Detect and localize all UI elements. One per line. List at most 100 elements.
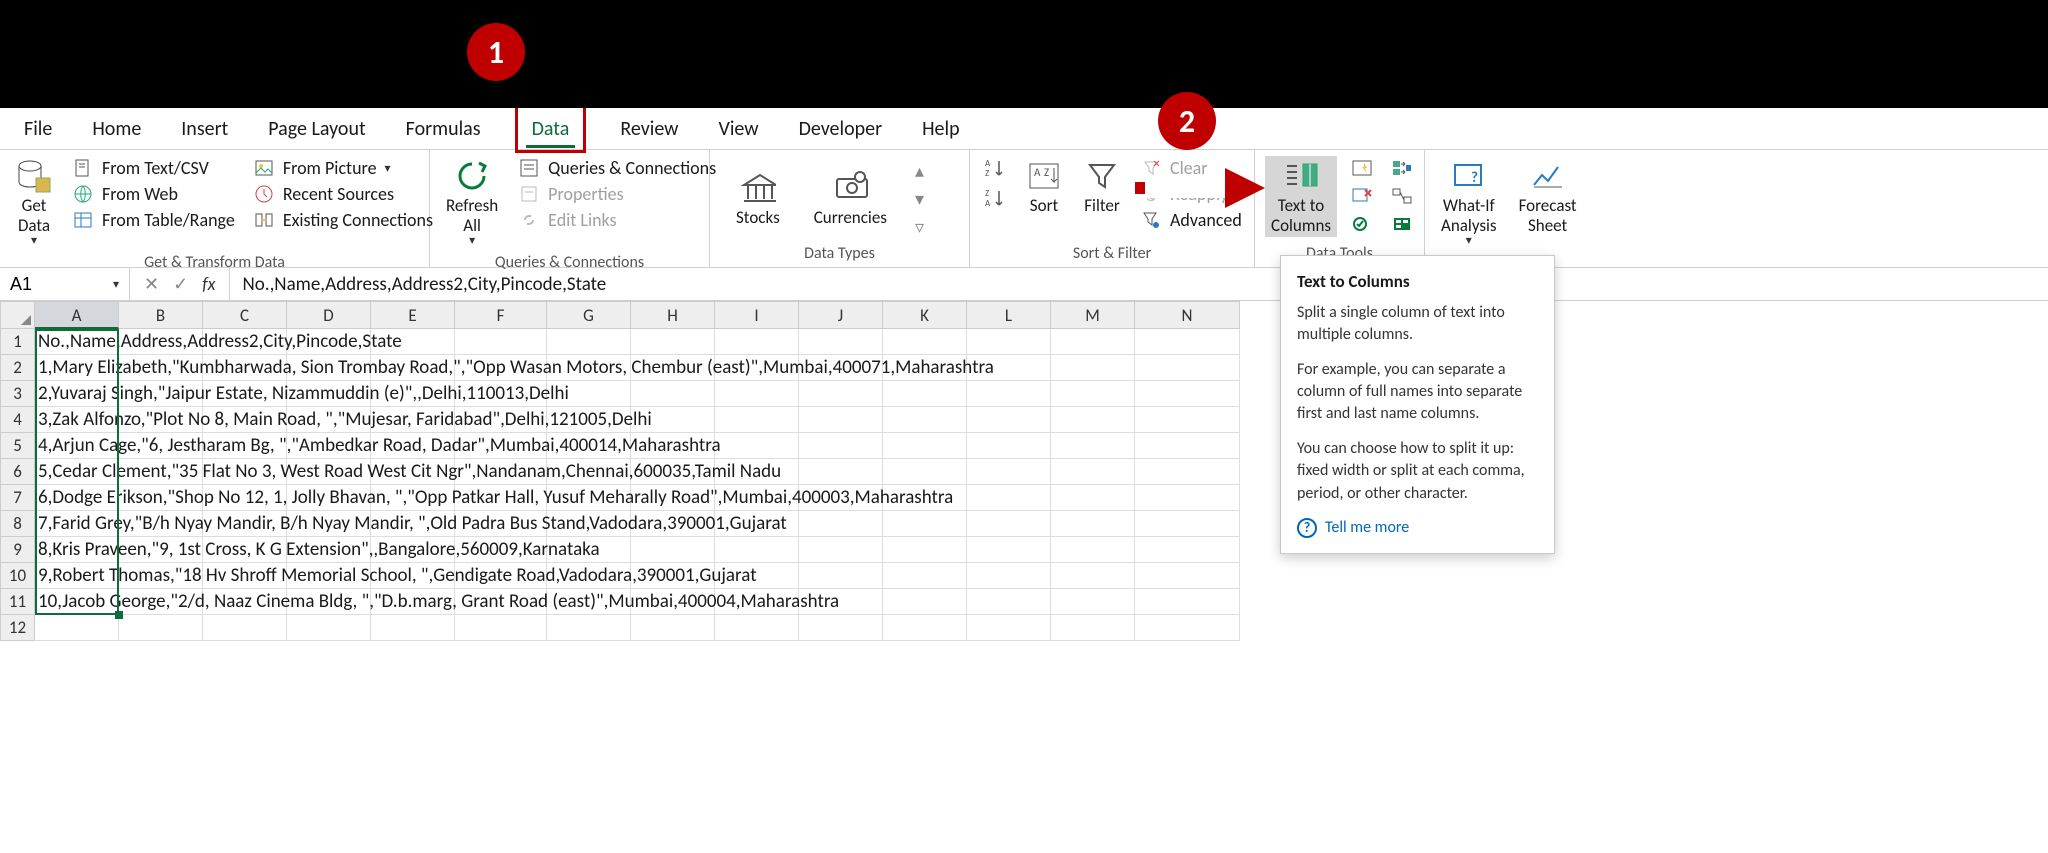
chevron-down-icon[interactable]: ▾ bbox=[113, 277, 119, 292]
column-header[interactable]: B bbox=[119, 301, 203, 329]
tab-formulas[interactable]: Formulas bbox=[400, 111, 487, 147]
from-web-button[interactable]: From Web bbox=[68, 182, 239, 206]
cell[interactable] bbox=[967, 381, 1051, 407]
cell[interactable] bbox=[1135, 563, 1240, 589]
row-header[interactable]: 7 bbox=[0, 485, 35, 511]
cell[interactable] bbox=[967, 563, 1051, 589]
cell[interactable] bbox=[1135, 589, 1240, 615]
cell[interactable] bbox=[1135, 615, 1240, 641]
fill-handle[interactable] bbox=[115, 611, 123, 619]
cell[interactable] bbox=[883, 511, 967, 537]
cell[interactable]: 4,Arjun Cage,"6, Jestharam Bg, ","Ambedk… bbox=[35, 433, 119, 459]
column-header[interactable]: N bbox=[1135, 301, 1240, 329]
table-row[interactable]: 3,Zak Alfonzo,"Plot No 8, Main Road, ","… bbox=[35, 407, 2048, 433]
from-text-csv-button[interactable]: From Text/CSV bbox=[68, 156, 239, 180]
cell[interactable] bbox=[883, 407, 967, 433]
filter-button[interactable]: Filter bbox=[1078, 156, 1126, 218]
cell[interactable] bbox=[1135, 329, 1240, 355]
existing-connections-button[interactable]: Existing Connections bbox=[249, 208, 437, 232]
row-header[interactable]: 1 bbox=[0, 329, 35, 355]
cell[interactable] bbox=[799, 381, 883, 407]
cell[interactable] bbox=[1135, 537, 1240, 563]
cell[interactable] bbox=[631, 329, 715, 355]
cell[interactable] bbox=[967, 589, 1051, 615]
cell[interactable] bbox=[715, 329, 799, 355]
cell[interactable] bbox=[631, 381, 715, 407]
flash-fill-button[interactable] bbox=[1347, 156, 1377, 180]
cell[interactable]: 6,Dodge Erikson,"Shop No 12, 1, Jolly Bh… bbox=[35, 485, 119, 511]
currencies-button[interactable]: Currencies bbox=[808, 168, 893, 230]
cell[interactable] bbox=[1135, 433, 1240, 459]
tab-review[interactable]: Review bbox=[614, 111, 684, 147]
cell[interactable] bbox=[715, 433, 799, 459]
cell[interactable] bbox=[799, 329, 883, 355]
cell[interactable] bbox=[967, 485, 1051, 511]
select-all-corner[interactable] bbox=[0, 301, 35, 329]
cell[interactable] bbox=[799, 615, 883, 641]
enter-icon[interactable]: ✓ bbox=[173, 273, 188, 295]
tab-page-layout[interactable]: Page Layout bbox=[262, 111, 371, 147]
cell[interactable] bbox=[967, 511, 1051, 537]
consolidate-button[interactable] bbox=[1387, 156, 1417, 180]
remove-duplicates-button[interactable] bbox=[1347, 184, 1377, 208]
cell[interactable] bbox=[1051, 511, 1135, 537]
cell[interactable]: 1,Mary Elizabeth,"Kumbharwada, Sion Trom… bbox=[35, 355, 119, 381]
cell[interactable] bbox=[883, 563, 967, 589]
cell[interactable] bbox=[883, 589, 967, 615]
chevron-down-icon[interactable]: ▾ bbox=[915, 188, 924, 210]
queries-connections-button[interactable]: Queries & Connections bbox=[514, 156, 720, 180]
cell[interactable] bbox=[371, 615, 455, 641]
tab-developer[interactable]: Developer bbox=[793, 111, 889, 147]
tab-help[interactable]: Help bbox=[916, 111, 966, 147]
cell[interactable] bbox=[715, 615, 799, 641]
cell[interactable]: 10,Jacob George,"2/d, Naaz Cinema Bldg, … bbox=[35, 589, 119, 615]
cell[interactable] bbox=[1051, 563, 1135, 589]
spreadsheet-grid[interactable]: 123456789101112 ABCDEFGHIJKLMN No.,Name,… bbox=[0, 301, 2048, 641]
tab-view[interactable]: View bbox=[712, 111, 764, 147]
column-header[interactable]: A bbox=[35, 301, 119, 329]
tell-me-more-link[interactable]: ? Tell me more bbox=[1297, 517, 1538, 539]
chevron-up-icon[interactable]: ▴ bbox=[915, 160, 924, 182]
cell[interactable] bbox=[1135, 459, 1240, 485]
sort-desc-button[interactable]: ZA bbox=[980, 186, 1010, 210]
properties-button[interactable]: Properties bbox=[514, 182, 720, 206]
table-row[interactable]: 9,Robert Thomas,"18 Hv Shroff Memorial S… bbox=[35, 563, 2048, 589]
column-header[interactable]: I bbox=[715, 301, 799, 329]
data-validation-button[interactable] bbox=[1347, 212, 1377, 236]
cell[interactable]: 7,Farid Grey,"B/h Nyay Mandir, B/h Nyay … bbox=[35, 511, 119, 537]
tab-home[interactable]: Home bbox=[86, 111, 147, 147]
cell[interactable] bbox=[455, 329, 547, 355]
tab-insert[interactable]: Insert bbox=[175, 111, 234, 147]
cell[interactable] bbox=[1135, 381, 1240, 407]
column-header[interactable]: D bbox=[287, 301, 371, 329]
cell[interactable] bbox=[1051, 537, 1135, 563]
column-header[interactable]: F bbox=[455, 301, 547, 329]
cell[interactable] bbox=[967, 537, 1051, 563]
fx-icon[interactable]: fx bbox=[202, 273, 215, 295]
cell[interactable] bbox=[715, 381, 799, 407]
column-header[interactable]: G bbox=[547, 301, 631, 329]
row-header[interactable]: 12 bbox=[0, 615, 35, 641]
row-header[interactable]: 11 bbox=[0, 589, 35, 615]
name-box-input[interactable] bbox=[10, 274, 90, 295]
cell[interactable] bbox=[883, 615, 967, 641]
cell[interactable] bbox=[967, 433, 1051, 459]
cell[interactable] bbox=[1051, 459, 1135, 485]
cell[interactable] bbox=[883, 537, 967, 563]
cell[interactable]: 3,Zak Alfonzo,"Plot No 8, Main Road, ","… bbox=[35, 407, 119, 433]
edit-links-button[interactable]: Edit Links bbox=[514, 208, 720, 232]
cell[interactable] bbox=[1051, 485, 1135, 511]
table-row[interactable]: 5,Cedar Clement,"35 Flat No 3, West Road… bbox=[35, 459, 2048, 485]
cell[interactable]: No.,Name,Address,Address2,City,Pincode,S… bbox=[35, 329, 119, 355]
cell[interactable] bbox=[631, 615, 715, 641]
row-header[interactable]: 4 bbox=[0, 407, 35, 433]
cell[interactable]: 2,Yuvaraj Singh,"Jaipur Estate, Nizammud… bbox=[35, 381, 119, 407]
cell[interactable] bbox=[967, 407, 1051, 433]
cell[interactable] bbox=[715, 537, 799, 563]
formula-input[interactable]: No.,Name,Address,Address2,City,Pincode,S… bbox=[230, 273, 2048, 296]
column-header[interactable]: E bbox=[371, 301, 455, 329]
cell[interactable] bbox=[715, 407, 799, 433]
table-row[interactable]: No.,Name,Address,Address2,City,Pincode,S… bbox=[35, 329, 2048, 355]
table-row[interactable]: 10,Jacob George,"2/d, Naaz Cinema Bldg, … bbox=[35, 589, 2048, 615]
cell[interactable] bbox=[287, 615, 371, 641]
